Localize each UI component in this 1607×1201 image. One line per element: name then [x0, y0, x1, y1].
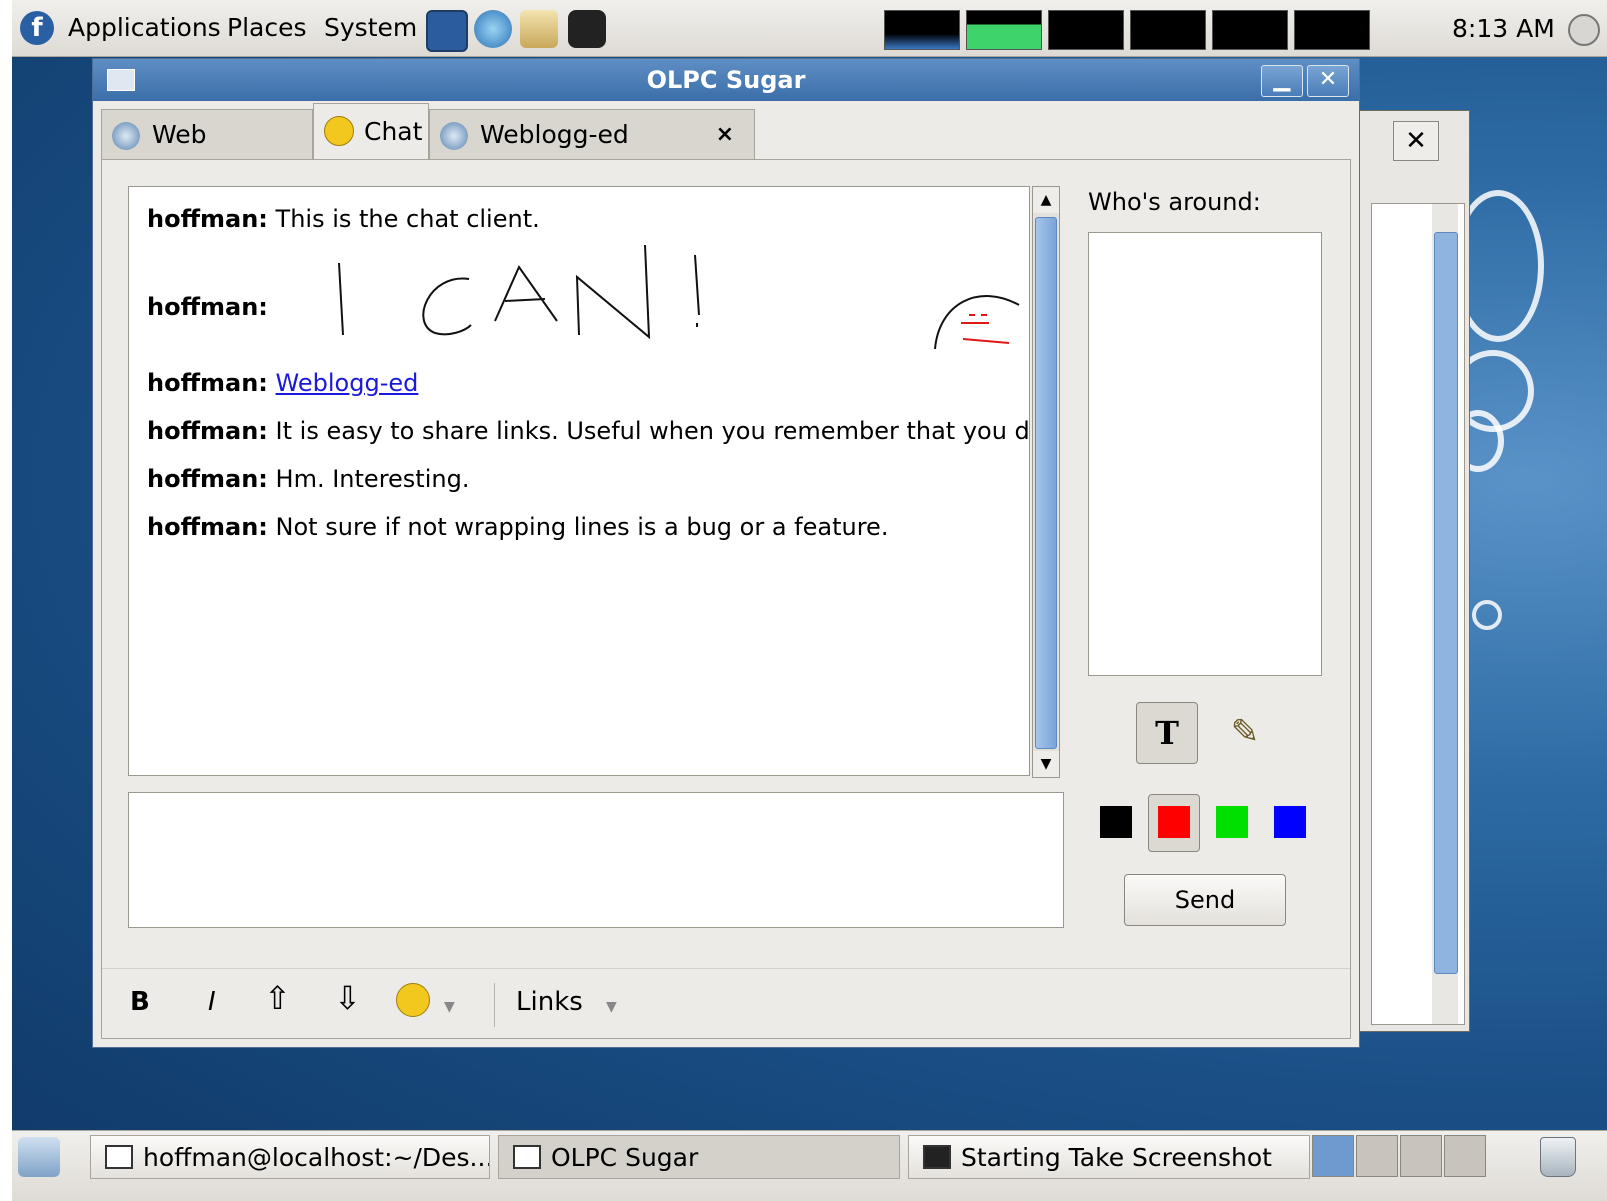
browser-globe-icon [112, 122, 140, 150]
close-icon[interactable]: ✕ [1307, 65, 1349, 97]
workspace-1[interactable] [1312, 1135, 1354, 1177]
swap-monitor [1130, 10, 1206, 50]
whos-around-label: Who's around: [1088, 188, 1261, 216]
smiley-icon[interactable] [396, 983, 430, 1017]
message-user: hoffman: [147, 369, 268, 397]
load-monitor [1212, 10, 1288, 50]
whos-around-list[interactable] [1088, 232, 1322, 676]
chat-message: hoffman: Weblogg-ed [147, 369, 418, 397]
olpc-sugar-window: OLPC Sugar ▁ ✕ Web Browser Chat Weblogg-… [92, 58, 1360, 1048]
weblogg-ed-link[interactable]: Weblogg-ed [276, 369, 419, 397]
chat-message: hoffman: [147, 293, 268, 321]
handwritten-sketch [338, 244, 1020, 350]
task-label: Starting Take Screenshot [961, 1143, 1272, 1172]
clock[interactable]: 8:13 AM [1452, 14, 1555, 43]
terminal-icon[interactable] [426, 10, 468, 52]
tab-label: Weblogg-ed [480, 120, 629, 149]
tab-label: Chat [364, 117, 423, 146]
menu-applications[interactable]: Applications [68, 13, 221, 42]
chat-message: hoffman: Not sure if not wrapping lines … [147, 513, 888, 541]
browser-globe-icon [440, 122, 468, 150]
task-label: OLPC Sugar [551, 1143, 699, 1172]
italic-button[interactable]: I [208, 987, 216, 1017]
menu-system[interactable]: System [324, 13, 417, 42]
window-icon [513, 1145, 541, 1169]
background-window-content [1371, 203, 1465, 1025]
volume-icon[interactable] [1568, 14, 1600, 46]
taskbar-terminal[interactable]: hoffman@localhost:~/Des... [90, 1135, 490, 1179]
chat-log[interactable]: hoffman: This is the chat client. hoffma… [128, 186, 1030, 776]
chat-message: hoffman: Hm. Interesting. [147, 465, 469, 493]
background-window: ✕ [1342, 110, 1470, 1032]
font-smaller-icon[interactable]: ⇩ [334, 979, 361, 1017]
message-text: This is the chat client. [275, 205, 540, 233]
send-button[interactable]: Send [1124, 874, 1286, 926]
top-panel: f Applications Places System 8:13 AM [12, 0, 1607, 57]
chevron-down-icon[interactable]: ▼ [606, 999, 617, 1015]
chat-page: hoffman: This is the chat client. hoffma… [101, 159, 1351, 1039]
chat-scrollbar[interactable]: ▲ ▼ [1032, 186, 1060, 778]
message-user: hoffman: [147, 293, 268, 321]
chat-message: hoffman: It is easy to share links. Usef… [147, 417, 1030, 445]
toolbar-separator [494, 983, 495, 1027]
workspace-4[interactable] [1444, 1135, 1486, 1177]
minimize-icon[interactable]: ▁ [1261, 65, 1303, 97]
network-icon[interactable] [474, 10, 512, 48]
format-toolbar: B I ⇧ ⇩ ▼ Links ▼ [102, 968, 1350, 1039]
font-larger-icon[interactable]: ⇧ [264, 979, 291, 1017]
chat-message: hoffman: This is the chat client. [147, 205, 540, 233]
message-user: hoffman: [147, 417, 268, 445]
background-scrollbar[interactable] [1432, 204, 1458, 1024]
workspace-3[interactable] [1400, 1135, 1442, 1177]
terminal-icon [105, 1145, 133, 1169]
message-input[interactable] [128, 792, 1064, 928]
task-label: hoffman@localhost:~/Des... [143, 1143, 490, 1172]
window-title: OLPC Sugar [646, 66, 806, 94]
message-user: hoffman: [147, 465, 268, 493]
memory-monitor [966, 10, 1042, 50]
window-titlebar[interactable]: OLPC Sugar ▁ ✕ [93, 59, 1359, 101]
scroll-thumb[interactable] [1035, 217, 1057, 749]
color-red-swatch[interactable] [1158, 806, 1190, 838]
window-menu-icon[interactable] [107, 69, 135, 91]
pen-icon[interactable]: ✎ [1214, 702, 1276, 764]
fedora-logo-icon[interactable]: f [20, 11, 54, 45]
message-text: It is easy to share links. Useful when y… [275, 417, 1030, 445]
message-text: Not sure if not wrapping lines is a bug … [275, 513, 889, 541]
tab-web-browser[interactable]: Web Browser [101, 109, 313, 199]
wallpaper-ring [1472, 600, 1502, 630]
chevron-down-icon[interactable]: ▼ [444, 999, 455, 1015]
show-desktop-icon[interactable] [18, 1137, 60, 1177]
scroll-down-icon[interactable]: ▼ [1033, 751, 1059, 777]
tab-bar: Web Browser Chat Weblogg-ed × [93, 101, 1359, 199]
message-user: hoffman: [147, 513, 268, 541]
smiley-icon [324, 116, 354, 146]
color-green-swatch[interactable] [1216, 806, 1248, 838]
camera-icon[interactable] [568, 10, 606, 48]
close-icon[interactable]: ✕ [1393, 121, 1439, 161]
links-menu[interactable]: Links [516, 987, 583, 1017]
scroll-up-icon[interactable]: ▲ [1033, 187, 1059, 213]
message-user: hoffman: [147, 205, 268, 233]
tab-close-icon[interactable]: × [716, 110, 734, 160]
camera-icon [923, 1145, 951, 1169]
color-blue-swatch[interactable] [1274, 806, 1306, 838]
taskbar-olpc-sugar[interactable]: OLPC Sugar [498, 1135, 900, 1179]
color-black-swatch[interactable] [1100, 806, 1132, 838]
bottom-panel: hoffman@localhost:~/Des... OLPC Sugar St… [12, 1130, 1607, 1201]
tab-chat[interactable]: Chat [313, 103, 429, 161]
net-monitor [1048, 10, 1124, 50]
message-text: Hm. Interesting. [275, 465, 470, 493]
trash-icon[interactable] [1540, 1137, 1576, 1177]
tab-weblogg-ed[interactable]: Weblogg-ed × [429, 109, 755, 159]
menu-places[interactable]: Places [227, 13, 307, 42]
cpu-monitor [884, 10, 960, 50]
bold-button[interactable]: B [130, 987, 150, 1017]
disk-monitor [1294, 10, 1370, 50]
workspace-2[interactable] [1356, 1135, 1398, 1177]
mail-icon[interactable] [520, 10, 558, 48]
taskbar-take-screenshot[interactable]: Starting Take Screenshot [908, 1135, 1310, 1179]
desktop: f Applications Places System 8:13 AM ✕ O… [12, 0, 1607, 1201]
text-mode-button[interactable]: T [1136, 702, 1198, 764]
